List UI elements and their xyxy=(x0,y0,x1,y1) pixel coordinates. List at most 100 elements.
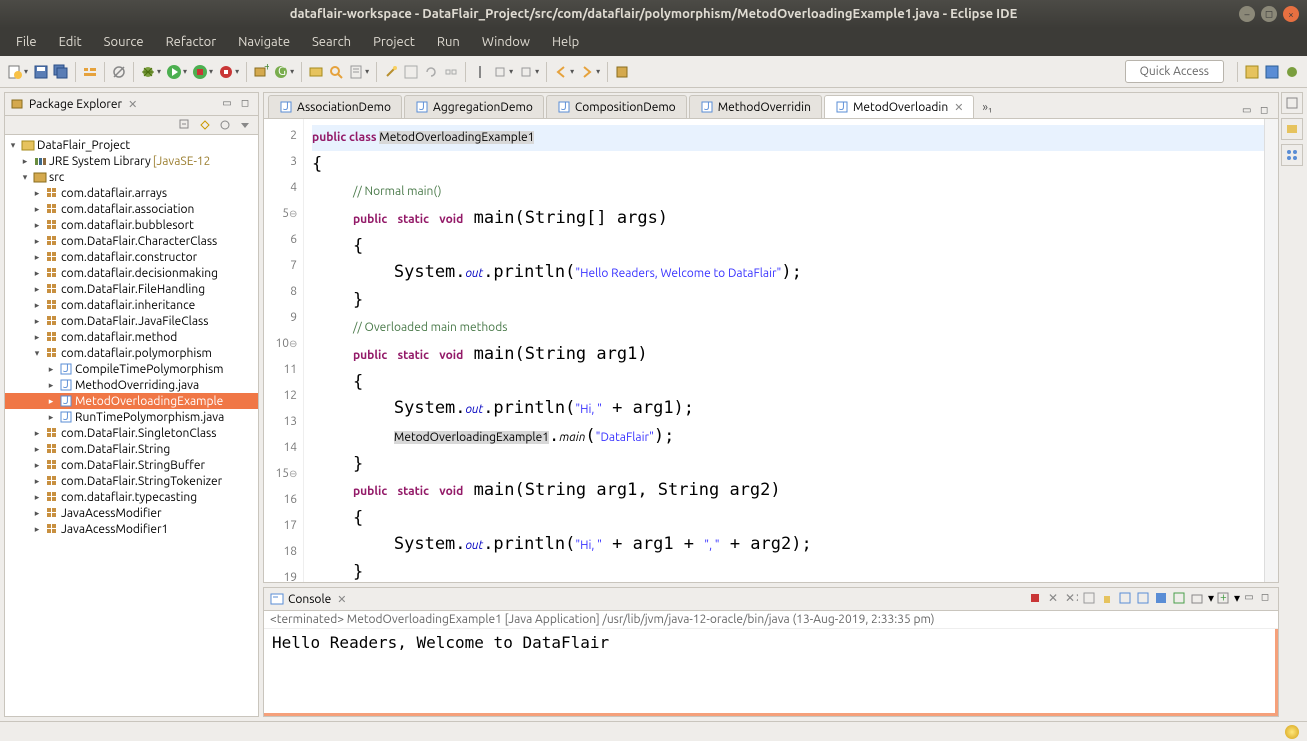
run-button[interactable] xyxy=(165,63,183,81)
view-maximize-button[interactable]: ◻ xyxy=(238,97,252,111)
save-all-button[interactable] xyxy=(52,63,70,81)
tab-metodoverloadin[interactable]: JMetodOverloadin✕ xyxy=(824,95,974,118)
close-tab-icon[interactable]: ✕ xyxy=(954,101,963,114)
tree-pkg[interactable]: com.dataflair.bubblesort xyxy=(61,219,194,232)
menu-navigate[interactable]: Navigate xyxy=(228,31,300,53)
console-maximize-button[interactable]: ◻ xyxy=(1258,591,1272,605)
package-explorer-tree[interactable]: ▾DataFlair_Project ▸JRE System Library [… xyxy=(5,135,258,716)
tree-file[interactable]: MethodOverriding.java xyxy=(75,379,199,392)
tree-pkg[interactable]: com.DataFlair.StringBuffer xyxy=(61,459,205,472)
quick-access-input[interactable]: Quick Access xyxy=(1125,60,1224,83)
menu-help[interactable]: Help xyxy=(542,31,589,53)
display-selected-button[interactable] xyxy=(1154,591,1170,607)
code-area[interactable]: public class MetodOverloadingExample1 { … xyxy=(304,119,1278,582)
tab-associationdemo[interactable]: JAssociationDemo xyxy=(268,95,402,118)
menu-run[interactable]: Run xyxy=(427,31,470,53)
prev-annotation-button[interactable] xyxy=(517,63,535,81)
editor-maximize-button[interactable]: ◻ xyxy=(1260,104,1274,118)
refresh-button[interactable] xyxy=(422,63,440,81)
clear-console-button[interactable] xyxy=(1082,591,1098,607)
view-minimize-button[interactable]: ▭ xyxy=(220,97,234,111)
external-tools-button[interactable] xyxy=(217,63,235,81)
tree-pkg[interactable]: com.dataflair.typecasting xyxy=(61,491,197,504)
word-wrap-button[interactable] xyxy=(1118,591,1134,607)
open-perspective-button[interactable] xyxy=(1243,63,1261,81)
new-console-button[interactable]: + xyxy=(1216,591,1232,607)
tree-pkg[interactable]: com.DataFlair.FileHandling xyxy=(61,283,205,296)
menu-search[interactable]: Search xyxy=(302,31,361,53)
tree-pkg[interactable]: com.DataFlair.JavaFileClass xyxy=(61,315,208,328)
tree-pkg[interactable]: com.dataflair.constructor xyxy=(61,251,197,264)
tab-methodoverridin[interactable]: JMethodOverridin xyxy=(689,95,822,118)
outline-button[interactable] xyxy=(1281,144,1303,166)
window-minimize-button[interactable]: – xyxy=(1239,6,1255,22)
scroll-lock-button[interactable] xyxy=(1100,591,1116,607)
tab-compositiondemo[interactable]: JCompositionDemo xyxy=(546,95,687,118)
format-button[interactable] xyxy=(402,63,420,81)
tree-pkg[interactable]: com.dataflair.association xyxy=(61,203,194,216)
terminate-button[interactable] xyxy=(1028,591,1044,607)
tree-pkg[interactable]: com.dataflair.method xyxy=(61,331,177,344)
editor-body[interactable]: 2 3 4 5⊖ 6 7 8 9 10⊖ 11 12 13 14 15⊖ 16 … xyxy=(264,119,1278,582)
menu-source[interactable]: Source xyxy=(94,31,154,53)
tree-project[interactable]: DataFlair_Project xyxy=(37,139,130,152)
back-button[interactable] xyxy=(552,63,570,81)
tip-bulb-icon[interactable] xyxy=(1285,725,1299,739)
tab-aggregationdemo[interactable]: JAggregationDemo xyxy=(404,95,544,118)
view-menu-button[interactable] xyxy=(238,118,254,132)
tree-pkg[interactable]: com.dataflair.arrays xyxy=(61,187,167,200)
console-output[interactable]: Hello Readers, Welcome to DataFlair xyxy=(264,629,1278,716)
tree-src[interactable]: src xyxy=(49,171,64,184)
new-package-button[interactable]: + xyxy=(252,63,270,81)
tree-pkg[interactable]: com.dataflair.inheritance xyxy=(61,299,195,312)
link-button[interactable] xyxy=(442,63,460,81)
show-console-button[interactable] xyxy=(1172,591,1188,607)
filter-button[interactable] xyxy=(613,63,631,81)
toggle-mark-button[interactable] xyxy=(347,63,365,81)
close-console-icon[interactable]: ✕ xyxy=(337,593,346,606)
more-tabs-button[interactable]: »₁ xyxy=(976,97,998,118)
tree-pkg[interactable]: com.DataFlair.CharacterClass xyxy=(61,235,217,248)
open-console-button[interactable] xyxy=(1190,591,1206,607)
menu-file[interactable]: File xyxy=(6,31,47,53)
remove-all-terminated-button[interactable]: ✕✕ xyxy=(1064,591,1080,607)
menu-window[interactable]: Window xyxy=(472,31,540,53)
pin-console-button[interactable] xyxy=(1136,591,1152,607)
save-button[interactable] xyxy=(32,63,50,81)
tree-pkg[interactable]: com.DataFlair.String xyxy=(61,443,170,456)
tree-pkg-open[interactable]: com.dataflair.polymorphism xyxy=(61,347,212,360)
open-type-button[interactable] xyxy=(307,63,325,81)
java-perspective-button[interactable] xyxy=(1263,63,1281,81)
tree-file[interactable]: CompileTimePolymorphism xyxy=(75,363,224,376)
menu-refactor[interactable]: Refactor xyxy=(156,31,227,53)
remove-terminated-button[interactable]: ✕ xyxy=(1046,591,1062,607)
menu-edit[interactable]: Edit xyxy=(49,31,92,53)
forward-button[interactable] xyxy=(578,63,596,81)
tree-file[interactable]: RunTimePolymorphism.java xyxy=(75,411,224,424)
window-close-button[interactable]: × xyxy=(1283,6,1299,22)
new-button[interactable] xyxy=(6,63,24,81)
tree-pkg[interactable]: com.DataFlair.SingletonClass xyxy=(61,427,216,440)
task-list-button[interactable] xyxy=(1281,118,1303,140)
overview-ruler[interactable] xyxy=(1264,119,1278,582)
collapse-all-button[interactable] xyxy=(178,118,194,132)
pin-button[interactable] xyxy=(471,63,489,81)
tree-pkg[interactable]: JavaAcessModifier xyxy=(61,507,162,520)
wand-button[interactable] xyxy=(382,63,400,81)
console-minimize-button[interactable]: ▭ xyxy=(1242,591,1256,605)
new-type-button[interactable]: G xyxy=(272,63,290,81)
focus-button[interactable] xyxy=(218,118,234,132)
skip-breakpoints-button[interactable] xyxy=(110,63,128,81)
debug-perspective-button[interactable] xyxy=(1283,63,1301,81)
window-maximize-button[interactable]: ◻ xyxy=(1261,6,1277,22)
link-editor-button[interactable] xyxy=(198,118,214,132)
coverage-button[interactable] xyxy=(191,63,209,81)
tree-pkg[interactable]: com.dataflair.decisionmaking xyxy=(61,267,218,280)
close-view-icon[interactable]: ✕ xyxy=(128,98,137,111)
tree-pkg[interactable]: JavaAcessModifier1 xyxy=(61,523,168,536)
tree-pkg[interactable]: com.DataFlair.StringTokenizer xyxy=(61,475,222,488)
editor-minimize-button[interactable]: ▭ xyxy=(1242,104,1256,118)
debug-button[interactable] xyxy=(139,63,157,81)
toggle-breadcrumb-button[interactable] xyxy=(81,63,99,81)
tree-jre[interactable]: JRE System Library xyxy=(49,155,151,168)
